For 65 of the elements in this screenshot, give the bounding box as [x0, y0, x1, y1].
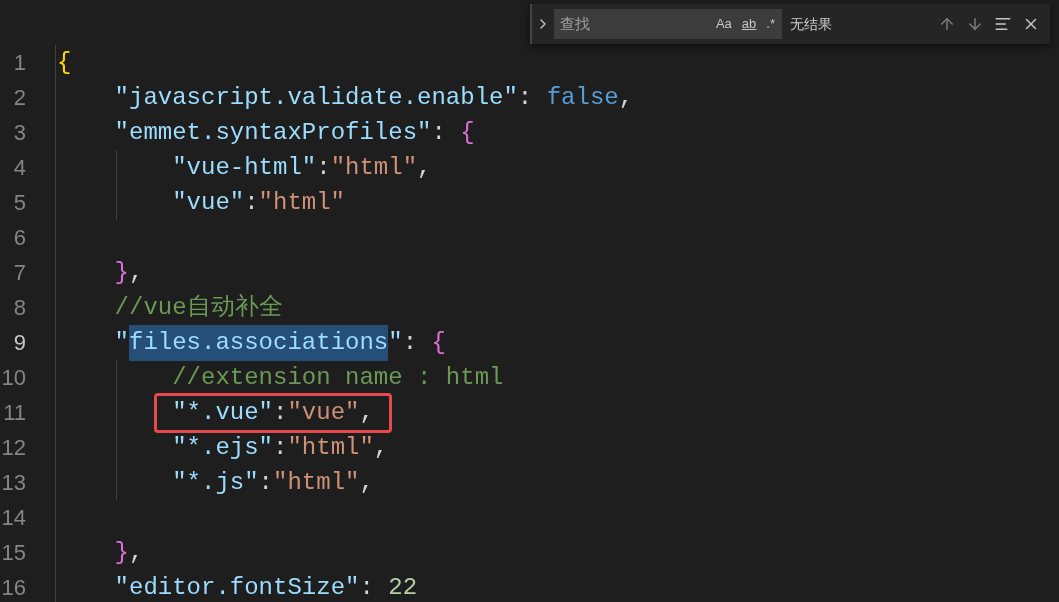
code-token: "vue"	[287, 397, 360, 428]
code-token: :	[402, 327, 419, 358]
code-token: ,	[359, 397, 374, 428]
code-token: }	[114, 257, 129, 288]
code-comment: //extension name : html	[172, 362, 504, 393]
code-token: "*.ejs"	[172, 432, 273, 463]
code-token: "html"	[258, 187, 346, 218]
code-token: "emmet.syntaxProfiles"	[114, 117, 432, 148]
search-field[interactable]: 查找 Aa ab .*	[554, 9, 782, 39]
code-token: :	[273, 432, 288, 463]
option-toggle[interactable]: .*	[763, 13, 778, 35]
code-token: :	[273, 397, 288, 428]
code-token: :	[517, 82, 534, 113]
line-number: 15	[0, 539, 26, 567]
code-token: "html"	[287, 432, 374, 463]
code-token: ,	[129, 257, 144, 288]
option-toggle[interactable]: ab	[738, 13, 760, 35]
line-number: 3	[12, 119, 26, 147]
code-token: "	[114, 327, 129, 358]
code-token: ,	[417, 152, 432, 183]
line-number: 9	[12, 329, 26, 357]
code-token: :	[244, 187, 259, 218]
code-token: :	[359, 572, 375, 602]
code-token: "	[388, 327, 403, 358]
line-number: 12	[0, 434, 26, 462]
previous-match-icon[interactable]	[938, 15, 956, 33]
code-token: "vue"	[172, 187, 245, 218]
code-token: :	[316, 152, 331, 183]
find-in-selection-icon[interactable]	[994, 15, 1012, 33]
code-token: {	[460, 117, 475, 148]
code-token: "html"	[273, 467, 360, 498]
line-number: 10	[0, 364, 26, 392]
code-token: ,	[373, 432, 389, 463]
code-token: "vue-html"	[172, 152, 317, 183]
code-token: ,	[129, 537, 144, 568]
line-number: 4	[12, 154, 26, 182]
code-token: files.associations	[129, 324, 389, 361]
line-number: 1	[12, 49, 26, 77]
line-number: 6	[12, 224, 26, 252]
next-match-icon[interactable]	[966, 15, 984, 33]
code-token: "*.js"	[172, 467, 259, 498]
code-token: ,	[618, 82, 634, 113]
option-toggle[interactable]: Aa	[712, 13, 735, 35]
line-number: 2	[12, 84, 26, 112]
code-token: ,	[359, 467, 374, 498]
code-comment: //vue自动补全	[114, 292, 283, 323]
code-token: {	[57, 47, 72, 78]
code-token: false	[546, 82, 619, 113]
code-token: "html"	[330, 152, 418, 183]
line-number: 16	[0, 574, 26, 602]
line-number: 14	[0, 504, 26, 532]
result-text: 无结果	[790, 14, 832, 34]
line-number: 8	[12, 294, 26, 322]
line-number: 7	[12, 259, 26, 287]
code-token: "editor.fontSize"	[114, 572, 360, 602]
line-number: 11	[2, 399, 26, 427]
line-number: 13	[0, 469, 26, 497]
code-token: 22	[388, 572, 418, 602]
code-token: "javascript.validate.enable"	[114, 82, 518, 113]
code-token: "*.vue"	[172, 397, 273, 428]
code-token: {	[431, 327, 446, 358]
code-token: :	[431, 117, 447, 148]
line-number: 5	[12, 189, 26, 217]
code-token: :	[258, 467, 273, 498]
code-token: }	[114, 537, 129, 568]
